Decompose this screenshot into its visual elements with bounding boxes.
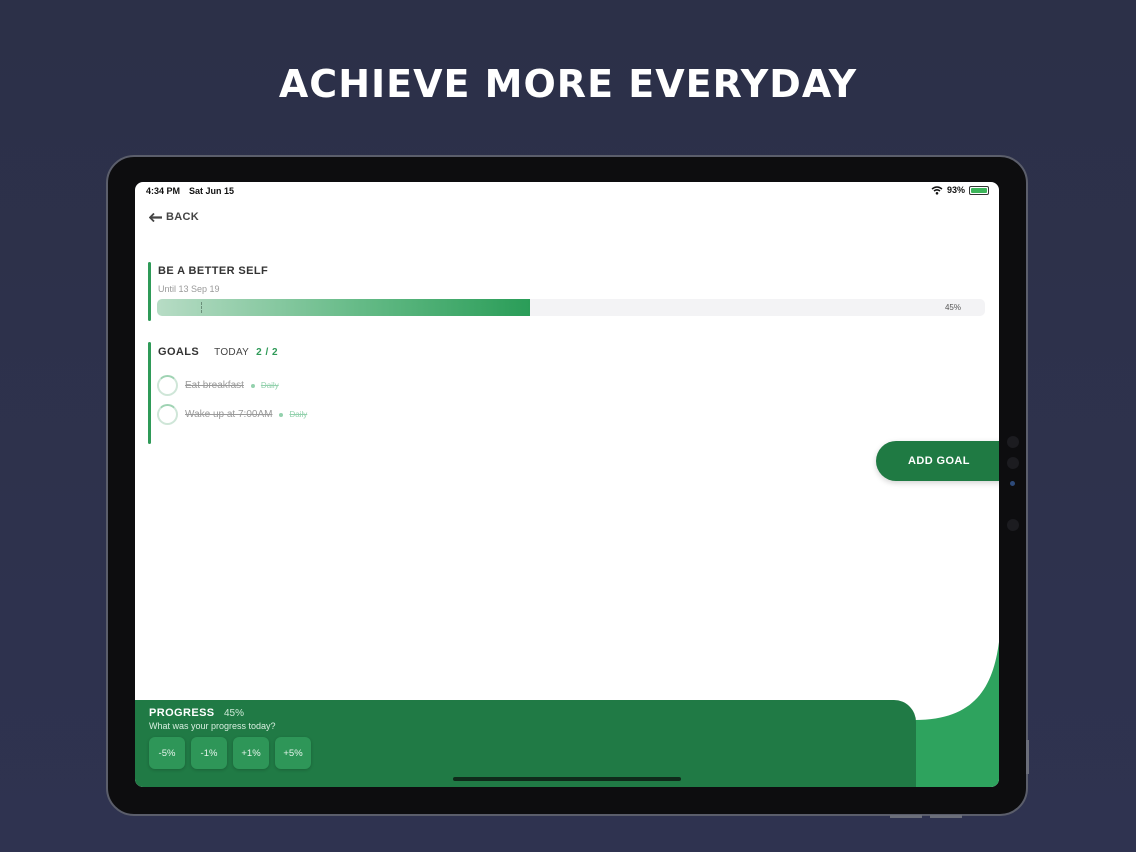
top-button bbox=[930, 815, 962, 818]
progress-question: What was your progress today? bbox=[149, 721, 276, 731]
goal-deadline: Until 13 Sep 19 bbox=[158, 284, 220, 294]
goal-item-name: Eat breakfast bbox=[185, 380, 244, 391]
goal-progress-label: 45% bbox=[944, 303, 961, 312]
volume-button bbox=[1026, 740, 1029, 774]
home-indicator[interactable] bbox=[453, 777, 681, 781]
goals-label: GOALS bbox=[158, 346, 200, 358]
today-label: TODAY bbox=[214, 347, 250, 358]
status-right: 93% bbox=[931, 185, 989, 195]
add-goal-button[interactable]: ADD GOAL bbox=[876, 441, 999, 481]
progress-title: PROGRESS bbox=[149, 707, 215, 719]
plus-5-button[interactable]: +5% bbox=[275, 737, 311, 769]
status-bar: 4:34 PM Sat Jun 15 93% bbox=[135, 182, 999, 200]
goal-card-accent bbox=[148, 262, 151, 321]
goals-card-accent bbox=[148, 342, 151, 444]
goals-count: 2 / 2 bbox=[256, 347, 279, 358]
battery-percent: 93% bbox=[946, 185, 965, 195]
goal-check-icon[interactable] bbox=[157, 404, 178, 425]
arrow-left-icon bbox=[149, 212, 162, 222]
minus-5-button[interactable]: -5% bbox=[149, 737, 185, 769]
goal-item-frequency: Daily bbox=[289, 410, 308, 419]
progress-percent: 45% bbox=[224, 708, 245, 719]
progress-marker bbox=[201, 302, 202, 313]
battery-icon bbox=[969, 185, 989, 195]
goal-progress-fill bbox=[157, 299, 530, 316]
goal-progress-bar: 45% bbox=[157, 299, 985, 316]
sensor-icon bbox=[1010, 481, 1015, 486]
status-time: 4:34 PM bbox=[146, 186, 181, 196]
camera-icon bbox=[1007, 519, 1019, 531]
back-label: BACK bbox=[166, 211, 199, 223]
back-button[interactable]: BACK bbox=[149, 211, 199, 223]
goal-item[interactable]: Eat breakfast Daily bbox=[157, 375, 279, 396]
app-screen: 4:34 PM Sat Jun 15 93% BACK BE A BETTER … bbox=[135, 182, 999, 787]
status-date: Sat Jun 15 bbox=[189, 186, 235, 196]
minus-1-button[interactable]: -1% bbox=[191, 737, 227, 769]
camera-icon bbox=[1007, 436, 1019, 448]
headline: ACHIEVE MORE EVERYDAY bbox=[278, 62, 858, 106]
plus-1-button[interactable]: +1% bbox=[233, 737, 269, 769]
goal-check-icon[interactable] bbox=[157, 375, 178, 396]
goal-item-frequency: Daily bbox=[260, 381, 279, 390]
camera-icon bbox=[1007, 457, 1019, 469]
separator-dot bbox=[279, 412, 284, 417]
separator-dot bbox=[250, 383, 255, 388]
wifi-icon bbox=[931, 185, 943, 195]
top-button bbox=[890, 815, 922, 818]
goals-header: GOALS TODAY 2 / 2 bbox=[158, 346, 278, 358]
goal-item[interactable]: Wake up at 7:00AM Daily bbox=[157, 404, 307, 425]
goal-item-name: Wake up at 7:00AM bbox=[185, 409, 273, 420]
goal-title: BE A BETTER SELF bbox=[158, 265, 269, 277]
